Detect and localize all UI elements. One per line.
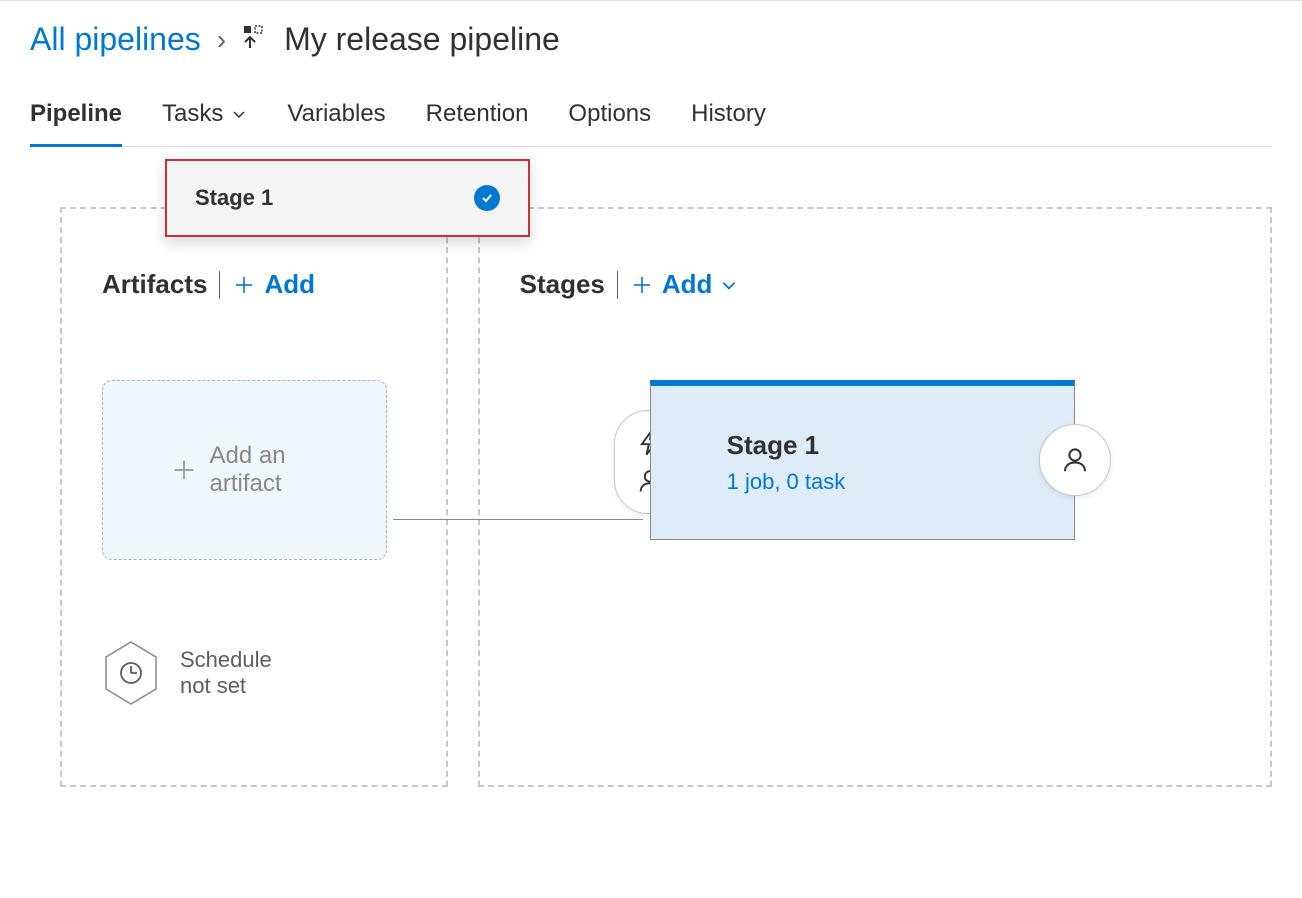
add-artifact-placeholder-label: Add an artifact xyxy=(210,442,320,498)
page-title: My release pipeline xyxy=(284,21,560,58)
add-artifact-button[interactable]: Add xyxy=(232,269,315,300)
artifacts-panel: Artifacts Add Add an artifact xyxy=(60,207,448,787)
stage-connector-line xyxy=(393,519,643,520)
stage-card-wrap: Stage 1 1 job, 0 task xyxy=(650,380,1075,540)
chevron-down-icon xyxy=(231,106,247,122)
tab-options[interactable]: Options xyxy=(568,100,651,146)
post-deployment-conditions-button[interactable] xyxy=(1039,424,1111,496)
breadcrumb-root-link[interactable]: All pipelines xyxy=(30,21,201,58)
tab-variables[interactable]: Variables xyxy=(287,100,385,146)
schedule-row[interactable]: Schedule not set xyxy=(102,640,406,706)
chevron-down-icon xyxy=(720,276,738,294)
tasks-dropdown-item[interactable]: Stage 1 xyxy=(165,159,530,237)
tab-history[interactable]: History xyxy=(691,100,766,146)
chevron-right-icon: › xyxy=(217,24,226,56)
schedule-hex-icon xyxy=(102,640,160,706)
tab-pipeline[interactable]: Pipeline xyxy=(30,100,122,146)
plus-icon xyxy=(170,456,198,484)
stages-panel-header: Stages Add xyxy=(520,269,1230,300)
artifacts-panel-header: Artifacts Add xyxy=(102,269,406,300)
tasks-dropdown-stage-label: Stage 1 xyxy=(195,185,273,211)
pipeline-type-icon xyxy=(242,21,268,58)
tab-tasks-label: Tasks xyxy=(162,100,223,128)
divider xyxy=(219,271,220,299)
stage-tasks-link[interactable]: 1 job, 0 task xyxy=(727,469,846,495)
stages-title: Stages xyxy=(520,269,605,300)
add-stage-button[interactable]: Add xyxy=(630,269,739,300)
plus-icon xyxy=(630,273,654,297)
tab-retention[interactable]: Retention xyxy=(426,100,529,146)
check-circle-icon xyxy=(474,185,500,211)
canvas: Stage 1 Artifacts Add Add an artifact xyxy=(0,147,1302,817)
page-header: All pipelines › My release pipeline Pipe… xyxy=(0,0,1302,147)
schedule-label: Schedule not set xyxy=(180,647,290,699)
plus-icon xyxy=(232,273,256,297)
tab-tasks[interactable]: Tasks xyxy=(162,100,247,146)
artifacts-title: Artifacts xyxy=(102,269,207,300)
stages-panel: Stages Add Stage 1 1 job, 0 task xyxy=(478,207,1272,787)
person-icon xyxy=(1060,445,1090,475)
stage-card-title: Stage 1 xyxy=(727,430,846,461)
breadcrumb: All pipelines › My release pipeline xyxy=(30,21,1272,58)
add-stage-label: Add xyxy=(662,269,713,300)
stage-card[interactable]: Stage 1 1 job, 0 task xyxy=(650,380,1075,540)
tab-bar: Pipeline Tasks Variables Retention Optio… xyxy=(30,100,1272,147)
add-artifact-placeholder[interactable]: Add an artifact xyxy=(102,380,387,560)
divider xyxy=(617,271,618,299)
add-artifact-label: Add xyxy=(264,269,315,300)
